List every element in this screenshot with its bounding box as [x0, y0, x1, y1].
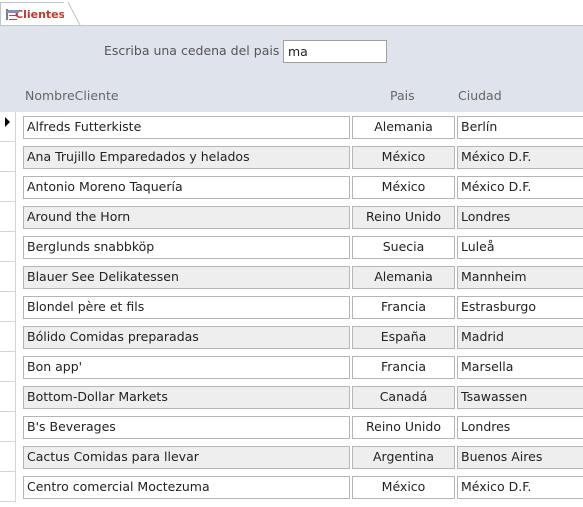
- record-row[interactable]: B's Beverages Reino Unido Londres: [0, 412, 583, 442]
- nombrecliente-field[interactable]: Alfreds Futterkiste: [23, 116, 350, 139]
- ciudad-field[interactable]: Buenos Aires: [457, 446, 583, 469]
- nombrecliente-field[interactable]: Blondel père et fils: [23, 296, 350, 319]
- ciudad-field[interactable]: Londres: [457, 206, 583, 229]
- pais-field[interactable]: Suecia: [352, 236, 455, 259]
- record-selector[interactable]: [0, 382, 16, 412]
- record-selector[interactable]: [0, 112, 16, 142]
- record-row[interactable]: Centro comercial Moctezuma México México D…: [0, 472, 583, 502]
- record-selector[interactable]: [0, 412, 16, 442]
- record-row[interactable]: Blondel père et fils Francia Estrasburgo: [0, 292, 583, 322]
- nombrecliente-field[interactable]: B's Beverages: [23, 416, 350, 439]
- pais-field[interactable]: México: [352, 176, 455, 199]
- ciudad-field[interactable]: Estrasburgo: [457, 296, 583, 319]
- record-row[interactable]: Bottom-Dollar Markets Canadá Tsawassen: [0, 382, 583, 412]
- pais-field[interactable]: Canadá: [352, 386, 455, 409]
- records-list: Alfreds Futterkiste Alemania Berlín Ana Tru…: [0, 112, 583, 502]
- document-tab-strip: Clientes: [0, 0, 583, 26]
- ciudad-field[interactable]: Mannheim: [457, 266, 583, 289]
- form-icon: [6, 9, 19, 20]
- ciudad-field[interactable]: Londres: [457, 416, 583, 439]
- record-selector[interactable]: [0, 142, 16, 172]
- nombrecliente-field[interactable]: Ana Trujillo Emparedados y helados: [23, 146, 350, 169]
- nombrecliente-field[interactable]: Bon app': [23, 356, 350, 379]
- ciudad-field[interactable]: Marsella: [457, 356, 583, 379]
- nombrecliente-field[interactable]: Blauer See Delikatessen: [23, 266, 350, 289]
- record-selector[interactable]: [0, 232, 16, 262]
- pais-field[interactable]: Reino Unido: [352, 416, 455, 439]
- record-row[interactable]: Antonio Moreno Taquería México México D.F.: [0, 172, 583, 202]
- record-selector[interactable]: [0, 202, 16, 232]
- record-row[interactable]: Berglunds snabbköp Suecia Luleå: [0, 232, 583, 262]
- ciudad-field[interactable]: Madrid: [457, 326, 583, 349]
- pais-field[interactable]: Argentina: [352, 446, 455, 469]
- column-header-ciudad: Ciudad: [458, 88, 502, 103]
- pais-field[interactable]: España: [352, 326, 455, 349]
- ciudad-field[interactable]: México D.F.: [457, 176, 583, 199]
- record-row[interactable]: Bon app' Francia Marsella: [0, 352, 583, 382]
- nombrecliente-field[interactable]: Bottom-Dollar Markets: [23, 386, 350, 409]
- tab-clientes-label: Clientes: [15, 8, 66, 21]
- column-header-pais: Pais: [390, 88, 415, 103]
- pais-field[interactable]: Alemania: [352, 116, 455, 139]
- nombrecliente-field[interactable]: Bólido Comidas preparadas: [23, 326, 350, 349]
- ciudad-field[interactable]: México D.F.: [457, 146, 583, 169]
- record-row[interactable]: Around the Horn Reino Unido Londres: [0, 202, 583, 232]
- nombrecliente-field[interactable]: Cactus Comidas para llevar: [23, 446, 350, 469]
- nombrecliente-field[interactable]: Around the Horn: [23, 206, 350, 229]
- record-selector[interactable]: [0, 322, 16, 352]
- record-row[interactable]: Ana Trujillo Emparedados y helados México…: [0, 142, 583, 172]
- search-label: Escriba una cedena del pais: [104, 43, 280, 58]
- record-row[interactable]: Alfreds Futterkiste Alemania Berlín: [0, 112, 583, 142]
- form-header: Escriba una cedena del pais NombreClient…: [0, 26, 583, 112]
- record-selector[interactable]: [0, 472, 16, 502]
- pais-field[interactable]: México: [352, 476, 455, 499]
- record-selector[interactable]: [0, 352, 16, 382]
- pais-field[interactable]: Alemania: [352, 266, 455, 289]
- ciudad-field[interactable]: México D.F.: [457, 476, 583, 499]
- record-selector[interactable]: [0, 172, 16, 202]
- nombrecliente-field[interactable]: Centro comercial Moctezuma: [23, 476, 350, 499]
- record-selector[interactable]: [0, 292, 16, 322]
- record-row[interactable]: Blauer See Delikatessen Alemania Mannheim: [0, 262, 583, 292]
- pais-field[interactable]: Francia: [352, 296, 455, 319]
- record-selector[interactable]: [0, 262, 16, 292]
- ciudad-field[interactable]: Tsawassen: [457, 386, 583, 409]
- country-search-input[interactable]: [283, 40, 387, 63]
- column-header-nombrecliente: NombreCliente: [25, 88, 119, 103]
- current-record-arrow-icon: [5, 117, 10, 127]
- ciudad-field[interactable]: Berlín: [457, 116, 583, 139]
- nombrecliente-field[interactable]: Antonio Moreno Taquería: [23, 176, 350, 199]
- tab-clientes[interactable]: Clientes: [0, 2, 66, 26]
- record-row[interactable]: Cactus Comidas para llevar Argentina Bueno…: [0, 442, 583, 472]
- record-selector[interactable]: [0, 442, 16, 472]
- pais-field[interactable]: Reino Unido: [352, 206, 455, 229]
- nombrecliente-field[interactable]: Berglunds snabbköp: [23, 236, 350, 259]
- ciudad-field[interactable]: Luleå: [457, 236, 583, 259]
- pais-field[interactable]: Francia: [352, 356, 455, 379]
- tab-edge: [64, 2, 81, 26]
- record-row[interactable]: Bólido Comidas preparadas España Madrid: [0, 322, 583, 352]
- pais-field[interactable]: México: [352, 146, 455, 169]
